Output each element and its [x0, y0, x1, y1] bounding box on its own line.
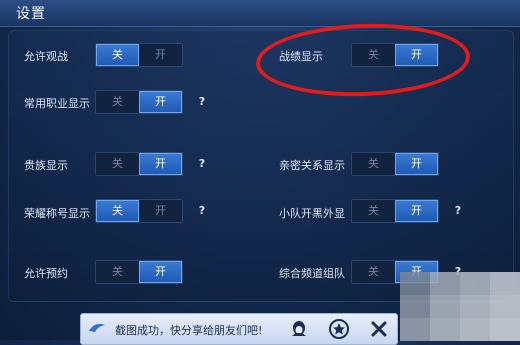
- blur-cell: [430, 318, 460, 341]
- help-icon[interactable]: ?: [195, 204, 209, 218]
- blur-cell: [490, 272, 520, 295]
- title-bar: 设置: [0, 0, 520, 27]
- setting-label-channel-team: 综合频道组队: [279, 267, 345, 280]
- setting-label-allow-reservation: 允许预约: [24, 267, 68, 280]
- toggle-squad-display[interactable]: 关 开: [351, 199, 439, 223]
- blur-cell: [460, 318, 490, 341]
- blur-cell: [490, 295, 520, 318]
- toggle-off-option[interactable]: 关: [352, 261, 395, 283]
- blur-cell: [400, 295, 430, 318]
- toggle-off-option[interactable]: 关: [96, 200, 139, 222]
- qq-icon[interactable]: [288, 318, 310, 340]
- toggle-on-option[interactable]: 开: [139, 91, 182, 113]
- help-icon[interactable]: ?: [451, 204, 465, 218]
- toggle-on-option[interactable]: 开: [139, 261, 182, 283]
- toggle-off-option[interactable]: 关: [352, 200, 395, 222]
- setting-label-noble-display: 贵族显示: [24, 159, 68, 172]
- toggle-off-option[interactable]: 关: [96, 91, 139, 113]
- toast-message: 截图成功，快分享给朋友们吧!: [115, 324, 263, 337]
- blur-cell: [490, 318, 520, 341]
- setting-label-allow-spectate: 允许观战: [24, 50, 68, 63]
- help-icon[interactable]: ?: [195, 157, 209, 171]
- toggle-allow-spectate[interactable]: 关 开: [95, 43, 183, 67]
- setting-label-honor-title: 荣耀称号显示: [24, 207, 90, 220]
- toggle-on-option[interactable]: 开: [395, 200, 438, 222]
- blur-cell: [460, 295, 490, 318]
- toggle-on-option[interactable]: 开: [139, 44, 182, 66]
- blur-cell: [460, 272, 490, 295]
- toggle-off-option[interactable]: 关: [96, 44, 139, 66]
- toggle-on-option[interactable]: 开: [139, 200, 182, 222]
- toggle-honor-title[interactable]: 关 开: [95, 199, 183, 223]
- blur-cell: [430, 272, 460, 295]
- toggle-common-role[interactable]: 关 开: [95, 90, 183, 114]
- setting-label-common-role: 常用职业显示: [24, 97, 90, 110]
- close-icon[interactable]: [368, 318, 390, 340]
- screenshot-share-toast: 截图成功，快分享给朋友们吧!: [80, 313, 398, 345]
- toggle-allow-reservation[interactable]: 关 开: [95, 260, 183, 284]
- help-icon[interactable]: ?: [195, 95, 209, 109]
- toggle-intimate-relation[interactable]: 关 开: [351, 152, 439, 176]
- toggle-on-option[interactable]: 开: [139, 153, 182, 175]
- blur-cell: [400, 272, 430, 295]
- qzone-star-icon[interactable]: [328, 318, 350, 340]
- toggle-noble-display[interactable]: 关 开: [95, 152, 183, 176]
- toggle-off-option[interactable]: 关: [352, 153, 395, 175]
- game-logo-icon: [89, 323, 105, 332]
- toggle-off-option[interactable]: 关: [96, 261, 139, 283]
- setting-label-intimate-relation: 亲密关系显示: [279, 159, 345, 172]
- blur-cell: [400, 318, 430, 341]
- toggle-off-option[interactable]: 关: [96, 153, 139, 175]
- page-title: 设置: [16, 6, 46, 22]
- setting-label-squad-display: 小队开黑外显: [279, 207, 345, 220]
- blur-cell: [430, 295, 460, 318]
- toggle-on-option[interactable]: 开: [395, 153, 438, 175]
- blur-overlay: [400, 272, 520, 341]
